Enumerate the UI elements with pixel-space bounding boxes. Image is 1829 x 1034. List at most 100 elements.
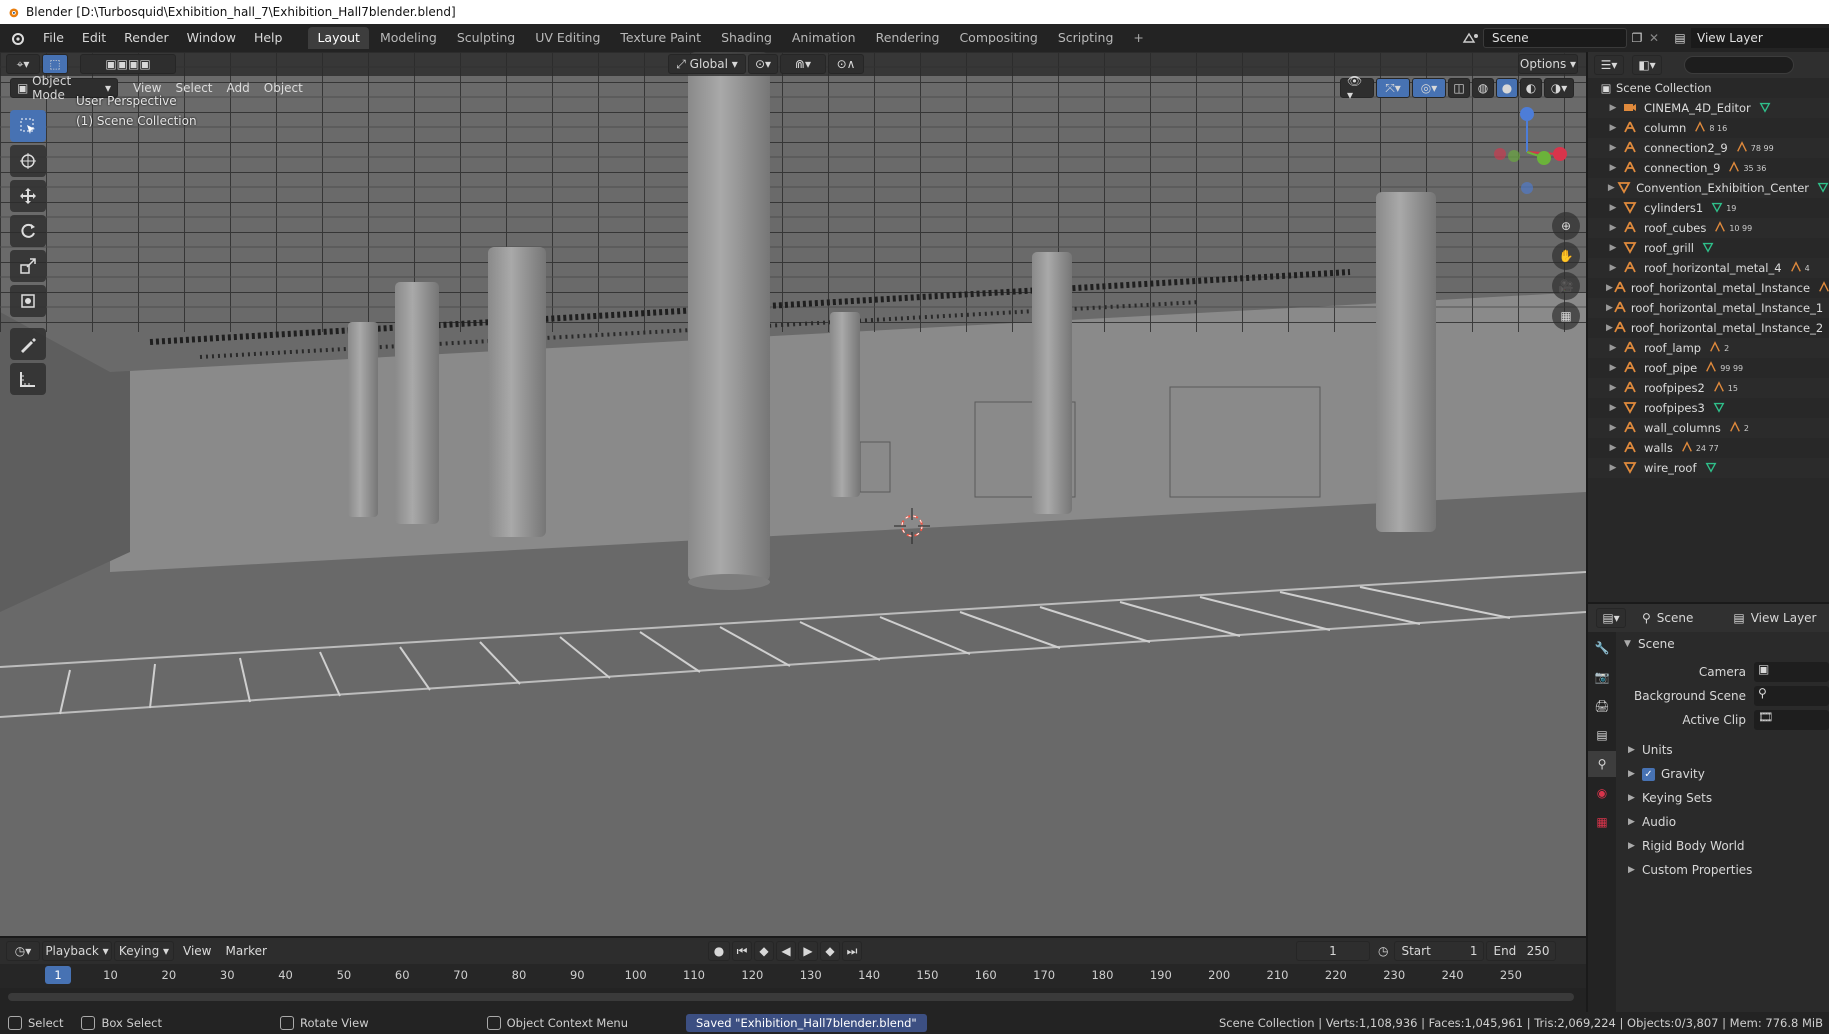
expand-arrow-icon[interactable]: ▶ xyxy=(1606,443,1620,453)
selection-modes[interactable]: ▣▣▣▣ xyxy=(80,54,176,74)
expand-arrow-icon[interactable]: ▶ xyxy=(1606,123,1620,133)
add-workspace-button[interactable]: + xyxy=(1124,27,1152,49)
rotate-tool-icon[interactable] xyxy=(10,215,46,247)
xray-icon[interactable]: ◫ xyxy=(1448,78,1470,98)
transform-tool-icon[interactable] xyxy=(10,285,46,317)
scale-tool-icon[interactable] xyxy=(10,250,46,282)
playhead[interactable]: 1 xyxy=(45,966,71,984)
expand-arrow-icon[interactable]: ▶ xyxy=(1606,263,1620,273)
tab-compositing[interactable]: Compositing xyxy=(950,27,1046,49)
expand-arrow-icon[interactable]: ▶ xyxy=(1606,383,1620,393)
outliner-item[interactable]: ▶ roof_horizontal_metal_4 4 xyxy=(1588,258,1829,278)
outliner-item[interactable]: ▶ column 8 16 xyxy=(1588,118,1829,138)
rigid-body-world-panel[interactable]: ▶ Rigid Body World xyxy=(1616,834,1829,858)
tab-layout[interactable]: Layout xyxy=(308,27,369,49)
tab-shading[interactable]: Shading xyxy=(712,27,781,49)
pivot-icon[interactable]: ⊙▾ xyxy=(748,54,778,74)
scene-selector[interactable]: Scene ❐ ✕ xyxy=(1461,27,1661,49)
editor-type-button[interactable]: ⌖▾ xyxy=(6,54,40,74)
timeline-scrollbar[interactable] xyxy=(8,993,1574,1001)
move-tool-icon[interactable] xyxy=(10,180,46,212)
timeline-marker-menu[interactable]: Marker xyxy=(218,944,273,958)
scene-name[interactable]: Scene xyxy=(1483,28,1627,48)
outliner-item[interactable]: ▶ roof_horizontal_metal_Instance_1 xyxy=(1588,298,1829,318)
viewport-menu-add[interactable]: Add xyxy=(220,81,257,95)
pan-view-icon[interactable]: ✋ xyxy=(1552,242,1580,270)
output-props-icon[interactable]: 🖨 xyxy=(1588,693,1616,719)
gravity-panel[interactable]: ▶ ✓ Gravity xyxy=(1616,762,1829,786)
outliner-item[interactable]: ▶ roof_grill xyxy=(1588,238,1829,258)
render-props-icon[interactable]: 📷 xyxy=(1588,664,1616,690)
outliner-item[interactable]: ▶ cylinders1 19 xyxy=(1588,198,1829,218)
scene-close-icon[interactable]: ✕ xyxy=(1647,31,1661,45)
outliner-item[interactable]: ▶ connection2_9 78 99 xyxy=(1588,138,1829,158)
expand-arrow-icon[interactable]: ▶ xyxy=(1606,403,1620,413)
timeline-view-menu[interactable]: View xyxy=(176,944,218,958)
proportional-edit-icon[interactable]: ⊙∧ xyxy=(828,54,864,74)
end-frame-field[interactable]: End 250 xyxy=(1486,941,1557,961)
options-button[interactable]: Options ▾ xyxy=(1518,54,1578,74)
annotate-tool-icon[interactable] xyxy=(10,328,46,360)
expand-arrow-icon[interactable]: ▶ xyxy=(1606,243,1620,253)
current-frame-field[interactable]: 1 xyxy=(1296,941,1370,961)
expand-arrow-icon[interactable]: ▶ xyxy=(1606,203,1620,213)
blender-menu-icon[interactable] xyxy=(0,24,34,52)
outliner-item[interactable]: ▶ walls 24 77 xyxy=(1588,438,1829,458)
display-mode-icon[interactable]: ◧▾ xyxy=(1632,55,1662,75)
outliner-item[interactable]: ▶ roof_lamp 2 xyxy=(1588,338,1829,358)
viewport-menu-view[interactable]: View xyxy=(126,81,168,95)
record-icon[interactable]: ● xyxy=(708,941,730,961)
visibility-icon[interactable]: 👁▾ xyxy=(1340,74,1374,102)
outliner-item[interactable]: ▶ roofpipes2 15 xyxy=(1588,378,1829,398)
camera-field-input[interactable]: ▣ xyxy=(1754,662,1829,682)
keying-sets-panel[interactable]: ▶ Keying Sets xyxy=(1616,786,1829,810)
tab-rendering[interactable]: Rendering xyxy=(867,27,949,49)
units-panel[interactable]: ▶ Units xyxy=(1616,738,1829,762)
expand-arrow-icon[interactable]: ▶ xyxy=(1606,283,1613,293)
snap-icon[interactable]: ⋒▾ xyxy=(780,54,826,74)
audio-panel[interactable]: ▶ Audio xyxy=(1616,810,1829,834)
tab-texture-paint[interactable]: Texture Paint xyxy=(611,27,710,49)
overlay-toggle-icon[interactable]: ◎▾ xyxy=(1412,78,1446,98)
outliner-item[interactable]: ▶ roof_pipe 99 99 xyxy=(1588,358,1829,378)
prev-keyframe-icon[interactable]: ◆ xyxy=(754,941,774,961)
jump-end-icon[interactable]: ⏭ xyxy=(842,941,862,961)
tool-props-icon[interactable]: 🔧 xyxy=(1588,635,1616,661)
custom-properties-panel[interactable]: ▶ Custom Properties xyxy=(1616,858,1829,882)
expand-arrow-icon[interactable]: ▶ xyxy=(1606,363,1620,373)
measure-tool-icon[interactable] xyxy=(10,363,46,395)
background-scene-input[interactable]: ⚲ xyxy=(1754,686,1829,706)
scene-panel-header[interactable]: ▼ Scene xyxy=(1616,632,1829,656)
expand-arrow-icon[interactable]: ▶ xyxy=(1606,103,1620,113)
menu-edit[interactable]: Edit xyxy=(73,24,115,52)
3d-viewport[interactable]: ⌖▾ ⬚ ▣▣▣▣ ⤢ Global ▾ ⊙▾ ⋒▾ ⊙∧ Options ▾ … xyxy=(0,52,1586,936)
expand-arrow-icon[interactable]: ▶ xyxy=(1606,163,1620,173)
outliner-item[interactable]: ▶ wall_columns 2 xyxy=(1588,418,1829,438)
menu-render[interactable]: Render xyxy=(115,24,178,52)
select-box-tool-icon[interactable] xyxy=(10,110,46,142)
gizmo-toggle-icon[interactable]: ⤧▾ xyxy=(1376,78,1410,98)
world-props-icon[interactable]: ◉ xyxy=(1588,780,1616,806)
outliner-item[interactable]: ▶ roof_cubes 10 99 xyxy=(1588,218,1829,238)
outliner-editor-type-icon[interactable]: ☰▾ xyxy=(1594,55,1624,75)
camera-view-icon[interactable]: 🎥 xyxy=(1552,272,1580,300)
view-layer-props-icon[interactable]: ▤ xyxy=(1588,722,1616,748)
expand-arrow-icon[interactable]: ▶ xyxy=(1606,303,1613,313)
expand-arrow-icon[interactable]: ▶ xyxy=(1606,423,1620,433)
playback-menu[interactable]: Playback ▾ xyxy=(42,941,112,961)
expand-arrow-icon[interactable]: ▶ xyxy=(1606,183,1617,193)
scene-tab-label[interactable]: Scene xyxy=(1657,611,1694,625)
outliner-search-input[interactable] xyxy=(1684,56,1794,74)
tab-animation[interactable]: Animation xyxy=(783,27,865,49)
outliner-item[interactable]: ▶ roofpipes3 xyxy=(1588,398,1829,418)
expand-arrow-icon[interactable]: ▶ xyxy=(1606,463,1620,473)
outliner-item[interactable]: ▶ Convention_Exhibition_Center xyxy=(1588,178,1829,198)
jump-start-icon[interactable]: ⏮ xyxy=(732,941,752,961)
active-clip-input[interactable]: 🎞 xyxy=(1754,710,1829,730)
outliner-item[interactable]: ▶ roof_horizontal_metal_Instance_2 xyxy=(1588,318,1829,338)
expand-arrow-icon[interactable]: ▶ xyxy=(1606,343,1620,353)
play-reverse-icon[interactable]: ◀ xyxy=(776,941,796,961)
zoom-view-icon[interactable]: ⊕ xyxy=(1552,212,1580,240)
outliner-root[interactable]: ▣ Scene Collection xyxy=(1588,78,1829,98)
tab-sculpting[interactable]: Sculpting xyxy=(448,27,524,49)
